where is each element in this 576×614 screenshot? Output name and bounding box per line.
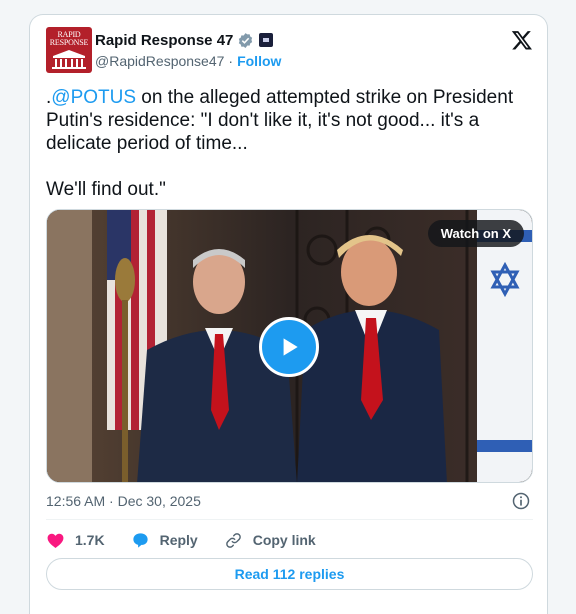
separator-dot: · [228,53,234,69]
info-icon[interactable] [511,491,531,511]
copy-link-label: Copy link [252,532,316,548]
play-button[interactable] [259,317,319,377]
building-logo-icon [52,50,86,69]
tweet-timestamp[interactable]: 12:56 AM · Dec 30, 2025 [46,493,201,509]
tweet-text: .@POTUS on the alleged attempted strike … [46,86,526,201]
action-bar: 1.7K Reply Copy link [46,528,342,552]
divider [46,519,533,520]
verified-badge-icon [239,32,253,48]
read-replies-button[interactable]: Read 112 replies [46,558,533,590]
like-button[interactable]: 1.7K [46,531,105,550]
video-media[interactable]: Watch on X [46,209,533,483]
follow-button[interactable]: Follow [237,53,281,69]
like-count: 1.7K [75,532,105,548]
avatar-logo-text: RAPID RESPONSE [49,30,89,47]
x-logo-icon[interactable] [511,29,533,51]
copy-link-button[interactable]: Copy link [224,531,316,550]
watch-on-x-button[interactable]: Watch on X [427,220,524,247]
heart-icon [47,533,64,548]
affiliation-badge-icon [259,33,274,47]
reply-bubble-icon [132,532,148,548]
reply-button[interactable]: Reply [131,531,198,550]
account-name[interactable]: Rapid Response 47 [95,32,233,49]
mention-link[interactable]: @POTUS [51,87,136,108]
account-handle[interactable]: @RapidResponse47 [95,53,224,69]
tweet-embed-card: RAPID RESPONSE Rapid Response 47 @RapidR… [29,14,548,614]
play-icon [283,338,298,356]
link-icon [225,532,241,548]
account-avatar[interactable]: RAPID RESPONSE [46,27,92,73]
reply-label: Reply [159,532,198,548]
